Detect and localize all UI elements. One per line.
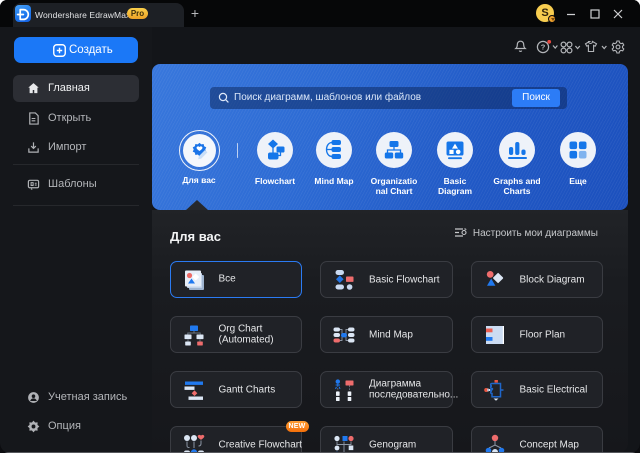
svg-text:?: ? <box>541 43 546 52</box>
